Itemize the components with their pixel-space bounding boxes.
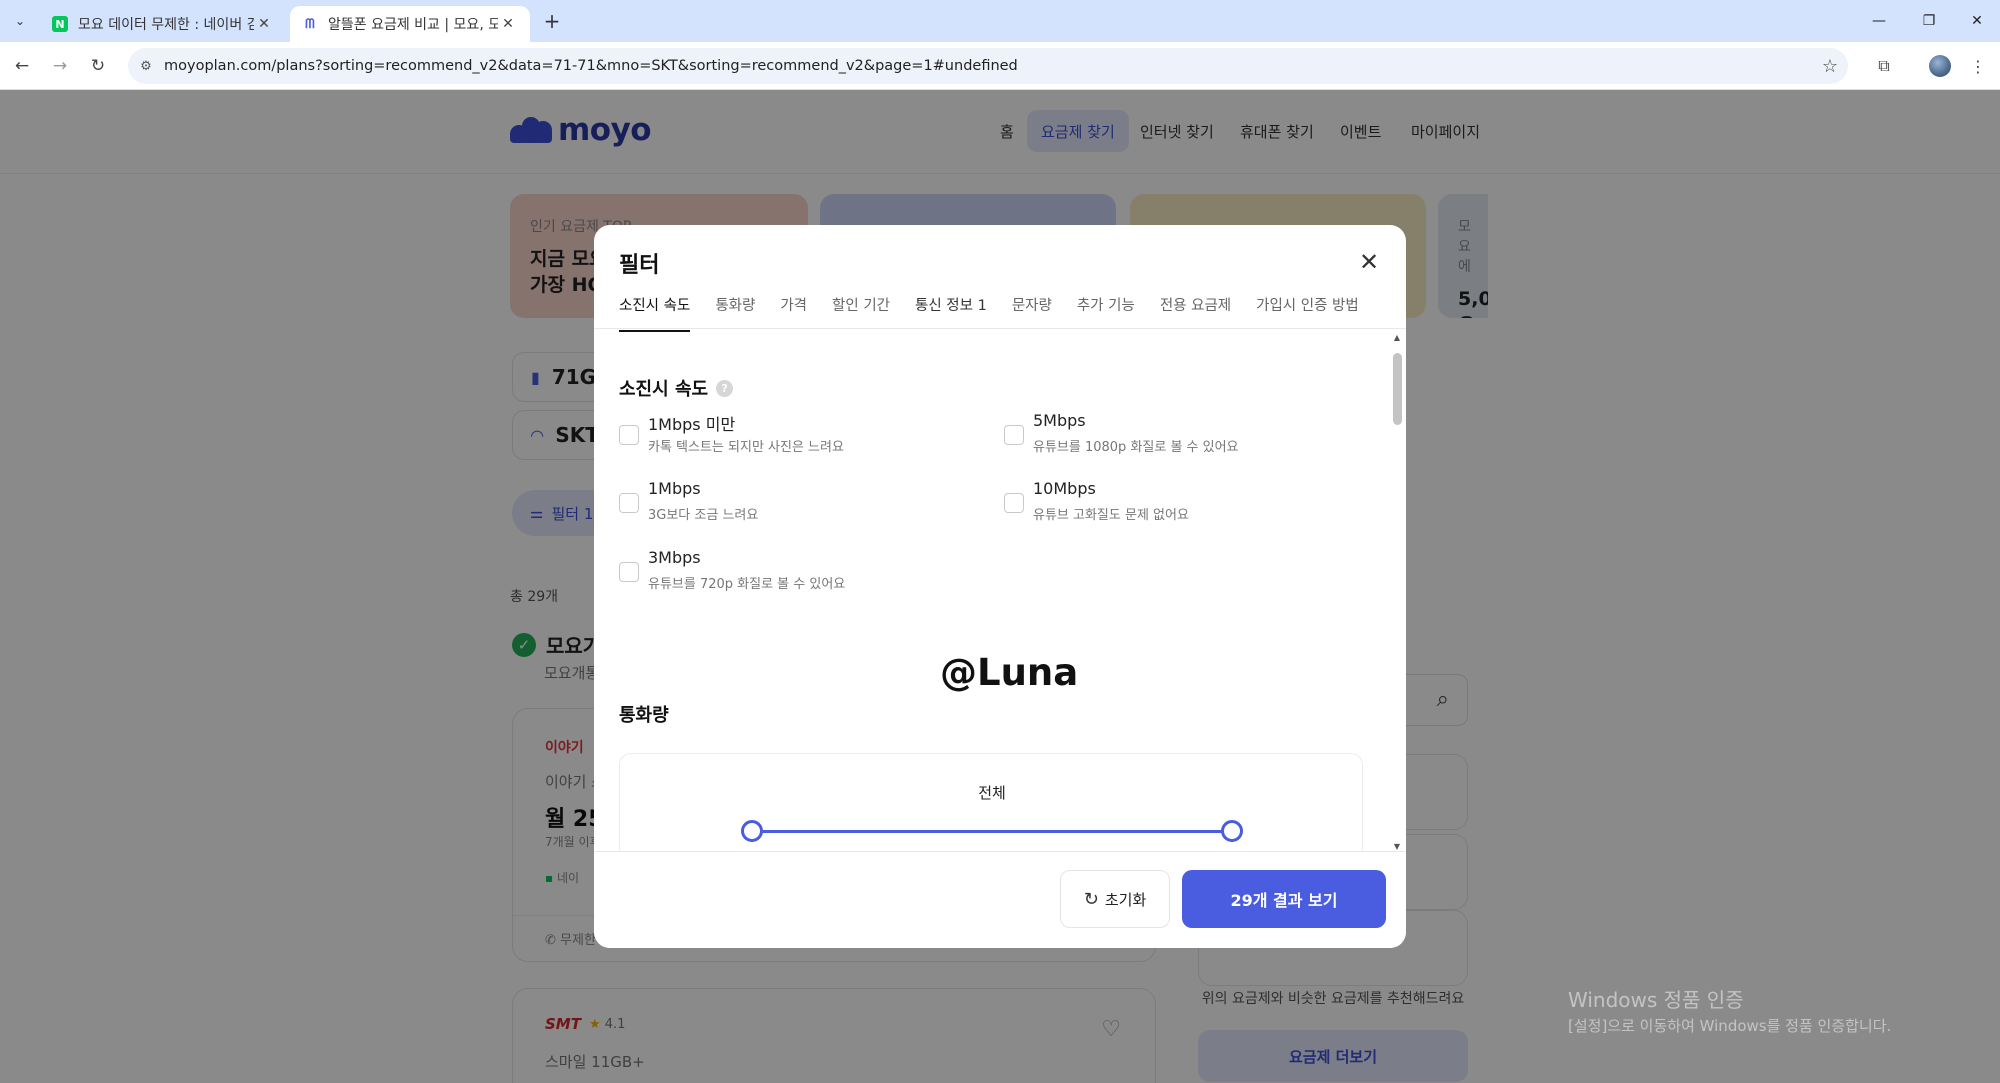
reset-button[interactable]: ↻ 초기화	[1060, 870, 1170, 928]
window-restore-icon[interactable]: ❐	[1906, 0, 1952, 42]
option-speed-5mbps[interactable]: 5Mbps 유튜브를 1080p 화질로 볼 수 있어요	[1004, 411, 1344, 467]
address-bar[interactable]: ⚙ moyoplan.com/plans?sorting=recommend_v…	[128, 48, 1848, 84]
modal-body[interactable]: 소진시 속도 ? 1Mbps 미만 카톡 텍스트는 되지만 사진은 느려요 5M…	[594, 329, 1406, 851]
option-speed-10mbps[interactable]: 10Mbps 유튜브 고화질도 문제 없어요	[1004, 479, 1344, 535]
moyo-favicon-icon: ᗰ	[305, 16, 315, 32]
modal-scrollbar[interactable]: ▲ ▼	[1390, 333, 1404, 851]
close-icon[interactable]: ✕	[1354, 247, 1384, 277]
tab-title: 알뜰폰 요금제 비교 | 모요, 모두	[328, 17, 498, 33]
range-knob-max[interactable]	[1221, 820, 1243, 842]
filter-tabs: 소진시 속도 통화량 가격 할인 기간 통신 정보 1 문자량 추가 기능 전용…	[619, 289, 1384, 332]
tab-extra-features[interactable]: 추가 기능	[1077, 289, 1135, 332]
tab-discount-period[interactable]: 할인 기간	[832, 289, 890, 332]
checkbox[interactable]	[619, 425, 639, 445]
checkbox[interactable]	[619, 493, 639, 513]
tab-close-icon[interactable]: ✕	[498, 16, 518, 32]
option-speed-under-1mbps[interactable]: 1Mbps 미만 카톡 텍스트는 되지만 사진은 느려요	[619, 411, 959, 467]
filter-modal: 필터 ✕ 소진시 속도 통화량 가격 할인 기간 통신 정보 1 문자량 추가 …	[594, 225, 1406, 948]
section-title-speed: 소진시 속도 ?	[619, 375, 734, 401]
checkbox[interactable]	[1004, 425, 1024, 445]
tab-speed[interactable]: 소진시 속도	[619, 289, 691, 332]
checkbox[interactable]	[619, 562, 639, 582]
naver-favicon-icon: N	[52, 16, 68, 32]
range-knob-min[interactable]	[741, 820, 763, 842]
tab-close-icon[interactable]: ✕	[254, 16, 274, 32]
modal-footer: ↻ 초기화 29개 결과 보기	[594, 851, 1406, 948]
back-arrow-icon[interactable]: ←	[8, 52, 36, 80]
scroll-down-arrow-icon[interactable]: ▼	[1392, 842, 1402, 851]
url-text: moyoplan.com/plans?sorting=recommend_v2&…	[164, 58, 1018, 74]
window-minimize-icon[interactable]: —	[1856, 0, 1902, 42]
option-speed-3mbps[interactable]: 3Mbps 유튜브를 720p 화질로 볼 수 있어요	[619, 548, 959, 604]
help-question-icon[interactable]: ?	[716, 379, 734, 397]
site-info-icon[interactable]: ⚙	[128, 59, 164, 74]
scroll-thumb[interactable]	[1393, 353, 1402, 425]
modal-title: 필터	[619, 253, 660, 278]
forward-arrow-icon[interactable]: →	[46, 52, 74, 80]
refresh-icon: ↻	[1083, 888, 1099, 910]
show-results-button[interactable]: 29개 결과 보기	[1182, 870, 1386, 928]
tab-call[interactable]: 통화량	[715, 289, 755, 332]
windows-activation-notice: Windows 정품 인증 [설정]으로 이동하여 Windows를 정품 인증…	[1568, 988, 1892, 1035]
browser-tab-naver[interactable]: N 모요 데이터 무제한 : 네이버 검 ✕	[40, 6, 286, 42]
extensions-puzzle-icon[interactable]: ⧉	[1870, 52, 1898, 80]
reload-icon[interactable]: ↻	[84, 52, 112, 80]
tab-title: 모요 데이터 무제한 : 네이버 검	[78, 17, 254, 33]
tab-price[interactable]: 가격	[780, 289, 807, 332]
browser-tab-moyo[interactable]: ᗰ 알뜰폰 요금제 비교 | 모요, 모두 ✕	[290, 6, 530, 42]
range-label: 전체	[978, 784, 1006, 802]
call-range-card: 전체	[619, 753, 1363, 851]
watermark-text: @Luna	[940, 651, 1079, 694]
option-speed-1mbps[interactable]: 1Mbps 3G보다 조금 느려요	[619, 479, 959, 535]
checkbox[interactable]	[1004, 493, 1024, 513]
tab-auth-method[interactable]: 가입시 인증 방법	[1256, 289, 1359, 332]
browser-toolbar: ← → ↻ ⚙ moyoplan.com/plans?sorting=recom…	[0, 42, 2000, 90]
new-tab-plus-icon[interactable]: +	[540, 9, 564, 33]
bookmark-star-icon[interactable]: ☆	[1812, 56, 1848, 77]
scroll-up-arrow-icon[interactable]: ▲	[1392, 333, 1402, 342]
section-title-call: 통화량	[619, 705, 669, 726]
range-track[interactable]	[752, 830, 1232, 833]
profile-avatar[interactable]	[1926, 52, 1954, 80]
browser-menu-icon[interactable]: ⋮	[1964, 52, 1992, 80]
tab-network-info[interactable]: 통신 정보 1	[915, 289, 987, 332]
tab-sms[interactable]: 문자량	[1012, 289, 1052, 332]
tab-exclusive-plans[interactable]: 전용 요금제	[1160, 289, 1231, 332]
browser-tab-bar: ⌄ N 모요 데이터 무제한 : 네이버 검 ✕ ᗰ 알뜰폰 요금제 비교 | …	[0, 0, 2000, 42]
tab-search-chevron-icon[interactable]: ⌄	[8, 9, 32, 33]
window-close-icon[interactable]: ✕	[1954, 0, 2000, 42]
